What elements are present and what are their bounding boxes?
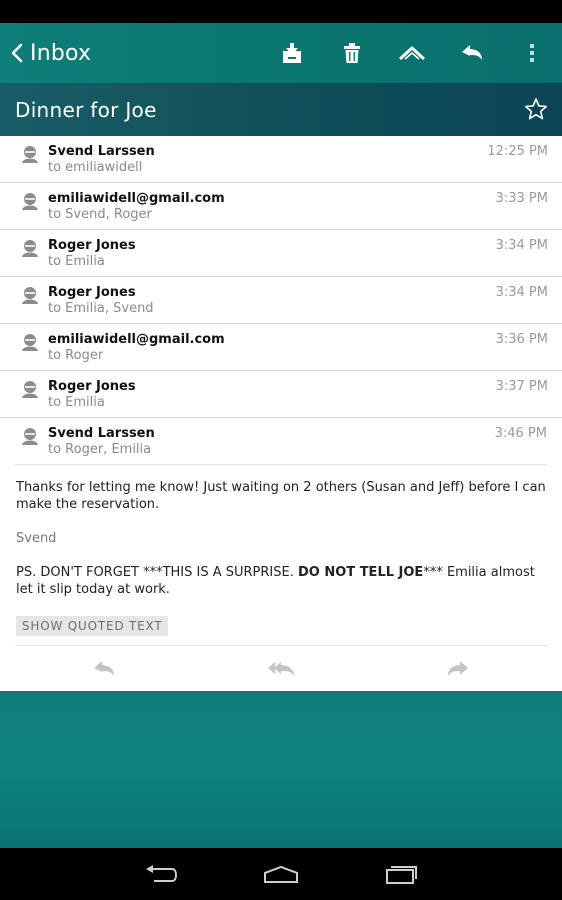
recipients: to Emilia, Svend bbox=[48, 301, 154, 316]
mark-unread-button[interactable] bbox=[382, 23, 442, 83]
message-header-expanded[interactable]: Svend Larssen to Roger, Emilia 3:46 PM bbox=[15, 418, 547, 465]
message-header[interactable]: emiliawidell@gmail.com to Roger 3:36 PM bbox=[0, 324, 562, 371]
home-icon bbox=[264, 865, 298, 883]
reply-all-icon bbox=[267, 662, 294, 676]
action-bar: Inbox bbox=[0, 23, 562, 83]
archive-icon bbox=[283, 43, 301, 63]
subject-bar: Dinner for Joe bbox=[0, 83, 562, 136]
recipients: to Roger bbox=[48, 348, 104, 363]
chevron-left-icon bbox=[11, 43, 23, 63]
back-arrow-icon bbox=[146, 865, 177, 882]
recent-apps-icon bbox=[386, 866, 417, 884]
recipients: to Svend, Roger bbox=[48, 207, 152, 222]
signature: Svend bbox=[16, 531, 57, 546]
message-time: 3:34 PM bbox=[495, 238, 548, 253]
contact-avatar-icon bbox=[22, 146, 38, 163]
reply-icon bbox=[93, 661, 114, 676]
sender-name: Svend Larssen bbox=[48, 426, 155, 441]
reply-button[interactable] bbox=[15, 646, 192, 692]
message-time: 3:46 PM bbox=[494, 426, 547, 441]
body-paragraph: Thanks for letting me know! Just waiting… bbox=[16, 480, 546, 512]
reply-icon bbox=[462, 45, 482, 60]
delete-button[interactable] bbox=[322, 23, 382, 83]
forward-button[interactable] bbox=[370, 646, 547, 692]
contact-avatar-icon bbox=[22, 287, 38, 304]
message-time: 3:36 PM bbox=[495, 332, 548, 347]
sender-name: Roger Jones bbox=[48, 238, 136, 253]
overflow-menu-button[interactable] bbox=[502, 23, 562, 83]
nav-recents-button[interactable] bbox=[341, 848, 461, 900]
show-quoted-text-button[interactable]: SHOW QUOTED TEXT bbox=[16, 616, 169, 636]
reply-action-button[interactable] bbox=[442, 23, 502, 83]
sender-name: Svend Larssen bbox=[48, 144, 155, 159]
recipients: to emiliawidell bbox=[48, 160, 143, 175]
back-to-inbox-button[interactable]: Inbox bbox=[0, 23, 91, 83]
message-header[interactable]: emiliawidell@gmail.com to Svend, Roger 3… bbox=[0, 183, 562, 230]
message-header[interactable]: Roger Jones to Emilia 3:37 PM bbox=[0, 371, 562, 418]
message-time: 3:37 PM bbox=[495, 379, 548, 394]
contact-avatar-icon bbox=[22, 334, 38, 351]
contact-avatar-icon bbox=[22, 428, 38, 445]
sender-name: emiliawidell@gmail.com bbox=[48, 191, 225, 206]
message-time: 3:33 PM bbox=[495, 191, 548, 206]
nav-home-button[interactable] bbox=[221, 848, 341, 900]
nav-back-button[interactable] bbox=[101, 848, 221, 900]
reply-bar bbox=[15, 645, 547, 692]
contact-avatar-icon bbox=[22, 240, 38, 257]
system-nav-bar bbox=[0, 848, 562, 900]
archive-button[interactable] bbox=[262, 23, 322, 83]
forward-icon bbox=[448, 661, 469, 676]
contact-avatar-icon bbox=[22, 381, 38, 398]
overflow-menu-icon bbox=[530, 44, 534, 62]
background-area bbox=[0, 691, 562, 848]
message-time: 3:34 PM bbox=[495, 285, 548, 300]
postscript-prefix: PS. DON'T FORGET ***THIS IS A SURPRISE. bbox=[16, 565, 298, 580]
star-icon[interactable] bbox=[524, 97, 548, 121]
message-body: Thanks for letting me know! Just waiting… bbox=[16, 479, 546, 615]
postscript: PS. DON'T FORGET ***THIS IS A SURPRISE. … bbox=[16, 564, 546, 598]
conversation-view: Svend Larssen to emiliawidell 12:25 PM e… bbox=[0, 136, 562, 691]
message-header[interactable]: Svend Larssen to emiliawidell 12:25 PM bbox=[0, 136, 562, 183]
sender-name: Roger Jones bbox=[48, 379, 136, 394]
message-header[interactable]: Roger Jones to Emilia 3:34 PM bbox=[0, 230, 562, 277]
status-bar bbox=[0, 0, 562, 23]
subject-title: Dinner for Joe bbox=[15, 97, 157, 122]
trash-icon bbox=[344, 43, 360, 63]
sender-name: Roger Jones bbox=[48, 285, 136, 300]
message-header[interactable]: Roger Jones to Emilia, Svend 3:34 PM bbox=[0, 277, 562, 324]
recipients: to Emilia bbox=[48, 395, 105, 410]
contact-avatar-icon bbox=[22, 193, 38, 210]
postscript-bold: DO NOT TELL JOE bbox=[298, 565, 424, 580]
sender-name: emiliawidell@gmail.com bbox=[48, 332, 225, 347]
mark-unread-icon bbox=[399, 46, 425, 61]
recipients: to Emilia bbox=[48, 254, 105, 269]
inbox-label: Inbox bbox=[30, 40, 92, 66]
message-time: 12:25 PM bbox=[487, 144, 548, 159]
reply-all-button[interactable] bbox=[192, 646, 369, 692]
recipients: to Roger, Emilia bbox=[48, 442, 152, 457]
